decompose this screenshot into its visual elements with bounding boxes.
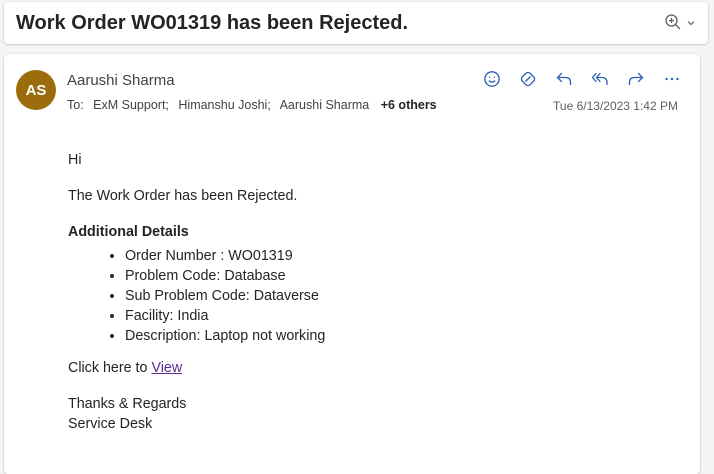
zoom-control[interactable] [664,13,696,36]
reply-all-icon[interactable] [584,68,616,90]
signoff-line: Thanks & Regards [68,396,187,412]
to-label: To: [67,98,84,112]
list-item: Problem Code: Database [125,266,668,286]
list-item: Sub Problem Code: Dataverse [125,286,668,306]
click-line: Click here to View [68,358,668,378]
greeting: Hi [68,152,82,168]
more-options-icon[interactable] [656,68,688,90]
emoji-react-icon[interactable] [476,68,508,90]
message-actions [476,68,688,90]
recipient[interactable]: Himanshu Joshi; [178,98,270,112]
recipient[interactable]: ExM Support; [93,98,169,112]
recipients-line: To: ExM Support; Himanshu Joshi; Aarushi… [67,98,443,112]
avatar[interactable]: AS [16,70,56,110]
message-card: AS Aarushi Sharma To: ExM Support; Himan… [4,54,700,474]
message-body: Hi The Work Order has been Rejected. Add… [68,150,668,434]
more-recipients-button[interactable]: +6 others [381,98,437,112]
list-item: Description: Laptop not working [125,326,668,346]
reply-icon[interactable] [548,68,580,90]
signoff-line: Service Desk [68,416,153,432]
sent-timestamp: Tue 6/13/2023 1:42 PM [553,99,678,113]
chevron-down-icon[interactable] [686,15,696,33]
list-item: Order Number : WO01319 [125,246,668,266]
click-prefix: Click here to [68,360,152,376]
email-subject: Work Order WO01319 has been Rejected. [16,12,409,34]
details-heading: Additional Details [68,224,189,240]
list-item: Facility: India [125,306,668,326]
recipient[interactable]: Aarushi Sharma [280,98,370,112]
view-link[interactable]: View [151,360,182,376]
details-list: Order Number : WO01319 Problem Code: Dat… [68,246,668,346]
intro-text: The Work Order has been Rejected. [68,188,298,204]
sender-name[interactable]: Aarushi Sharma [67,72,175,89]
zoom-in-icon[interactable] [664,13,682,36]
forward-icon[interactable] [620,68,652,90]
loop-icon[interactable] [512,68,544,90]
subject-bar: Work Order WO01319 has been Rejected. [4,2,708,44]
